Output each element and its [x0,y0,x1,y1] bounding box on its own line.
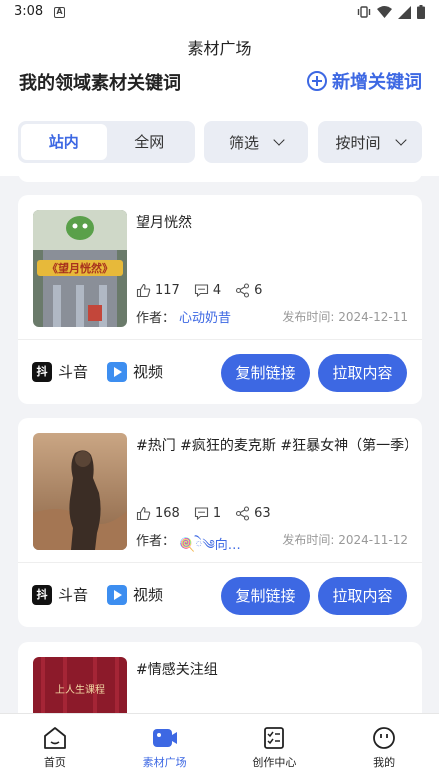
signal-icon [398,5,411,19]
comments-count: 1 [212,506,222,521]
profile-icon [373,727,396,749]
add-keyword-button[interactable]: 新增关键词 [307,68,422,94]
comment-icon [194,507,208,521]
card-stats: 117 4 6 [136,283,276,298]
publish-time: 发布时间: 2024-12-11 [282,310,408,324]
scope-option-onsite[interactable]: 站内 [21,124,107,160]
material-list[interactable]: 《望月恍然》 望月恍然 117 4 6 作者： 心动奶昔 发布时间: 2024-… [0,176,439,713]
content-type-tag: 视频 [107,361,163,382]
shares-count: 6 [254,283,263,298]
battery-icon [417,5,425,19]
likes-stat: 117 [136,283,180,298]
add-keyword-label: 新增关键词 [332,72,422,93]
status-bar: 3:08 A [0,0,439,26]
thumbnail-text: 《望月恍然》 [47,261,113,275]
status-time: 3:08 [14,4,44,19]
video-play-icon [107,361,127,382]
share-icon [236,283,250,298]
bottom-tab-bar: 首页 素材广场 创作中心 我的 [0,713,439,780]
tab-label: 创作中心 [252,756,297,769]
card-title: #情感关注组 [136,662,218,678]
tab-creation-center[interactable]: 创作中心 [220,714,330,780]
publish-time: 发布时间: 2024-11-12 [282,533,408,547]
material-card: 上人生课程 #情感关注组 [18,642,422,713]
thumbnail-image [33,433,127,550]
thumbnail-image: 上人生课程 [33,657,127,713]
comments-stat: 4 [194,283,221,298]
thumbs-up-icon [136,506,151,521]
home-icon [43,727,66,749]
card-stats: 168 1 63 [136,506,285,521]
card-divider [18,339,422,340]
comment-icon [194,284,208,298]
section-title: 我的领域素材关键词 [19,73,181,94]
header: 素材广场 我的领域素材关键词 新增关键词 站内 全网 筛选 按时间 [0,26,439,176]
thumbs-up-icon [136,283,151,298]
platform-label: 斗音 [58,586,89,604]
card-divider [18,562,422,563]
share-icon [236,506,250,521]
tab-material-square[interactable]: 素材广场 [110,714,220,780]
tab-label: 我的 [373,756,396,769]
card-title: 望月恍然 [136,215,192,231]
notification-icon: A [54,7,65,18]
tab-label: 素材广场 [142,756,187,769]
likes-count: 168 [155,506,180,521]
plus-circle-icon [307,71,327,91]
content-type-label: 视频 [133,363,164,381]
material-square-icon [152,729,177,747]
shares-stat: 6 [235,283,262,298]
copy-link-button[interactable]: 复制链接 [221,354,310,392]
sort-dropdown[interactable]: 按时间 [318,121,422,163]
platform-tag: 抖 斗音 [32,361,88,382]
filter-dropdown-label: 筛选 [228,133,259,152]
sort-dropdown-label: 按时间 [335,133,381,152]
thumbnail-image: 《望月恍然》 [33,210,127,327]
previous-card-edge [18,176,422,182]
material-card: #热门 #疯狂的麦克斯 #狂暴女神（第一季） 168 1 63 作者： 🍭ེ༄向… [18,418,422,627]
author-label: 作者： [136,311,176,326]
card-title: #热门 #疯狂的麦克斯 #狂暴女神（第一季） [136,438,408,454]
material-card: 《望月恍然》 望月恍然 117 4 6 作者： 心动奶昔 发布时间: 2024-… [18,195,422,404]
chevron-down-icon [394,134,407,146]
filter-dropdown[interactable]: 筛选 [204,121,308,163]
video-play-icon [107,584,127,605]
card-author: 作者： 心动奶昔 [136,307,231,326]
douyin-logo-icon: 抖 [32,361,52,382]
comments-stat: 1 [194,506,221,521]
vibrate-icon [357,6,371,18]
wifi-icon [377,5,392,18]
pull-content-button[interactable]: 拉取内容 [318,577,407,615]
likes-stat: 168 [136,506,180,521]
thumbnail-text: 上人生课程 [55,683,105,696]
content-type-tag: 视频 [107,584,163,605]
scope-segmented-control: 站内 全网 [18,121,195,163]
content-type-label: 视频 [133,586,164,604]
copy-link-button[interactable]: 复制链接 [221,577,310,615]
author-name[interactable]: 心动奶昔 [179,307,231,326]
video-thumbnail[interactable]: 《望月恍然》 [33,210,127,327]
comments-count: 4 [212,283,222,298]
status-icons [357,5,425,19]
tab-home[interactable]: 首页 [0,714,110,780]
creation-center-icon [264,727,285,749]
douyin-logo-icon: 抖 [32,584,52,605]
platform-label: 斗音 [58,363,89,381]
video-thumbnail[interactable] [33,433,127,550]
platform-tag: 抖 斗音 [32,584,88,605]
tab-label: 首页 [43,756,66,769]
pull-content-button[interactable]: 拉取内容 [318,354,407,392]
shares-stat: 63 [235,506,271,521]
chevron-down-icon [273,134,285,146]
video-thumbnail[interactable]: 上人生课程 [33,657,127,713]
page-title: 素材广场 [187,39,252,58]
filter-bar: 站内 全网 筛选 按时间 [18,121,422,163]
likes-count: 117 [155,283,180,298]
shares-count: 63 [254,506,271,521]
tab-profile[interactable]: 我的 [329,714,439,780]
scope-option-all-web[interactable]: 全网 [107,124,193,160]
